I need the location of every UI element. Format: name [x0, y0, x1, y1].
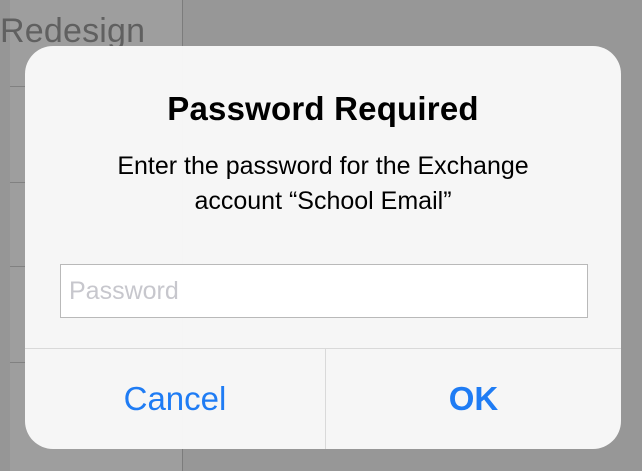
alert-title: Password Required [167, 90, 479, 127]
cancel-button[interactable]: Cancel [25, 349, 325, 449]
password-required-alert: Password Required Enter the password for… [25, 46, 621, 449]
alert-message: Enter the password for the Exchange acco… [117, 152, 529, 215]
ok-button[interactable]: OK [326, 349, 621, 449]
password-input[interactable] [60, 264, 588, 318]
